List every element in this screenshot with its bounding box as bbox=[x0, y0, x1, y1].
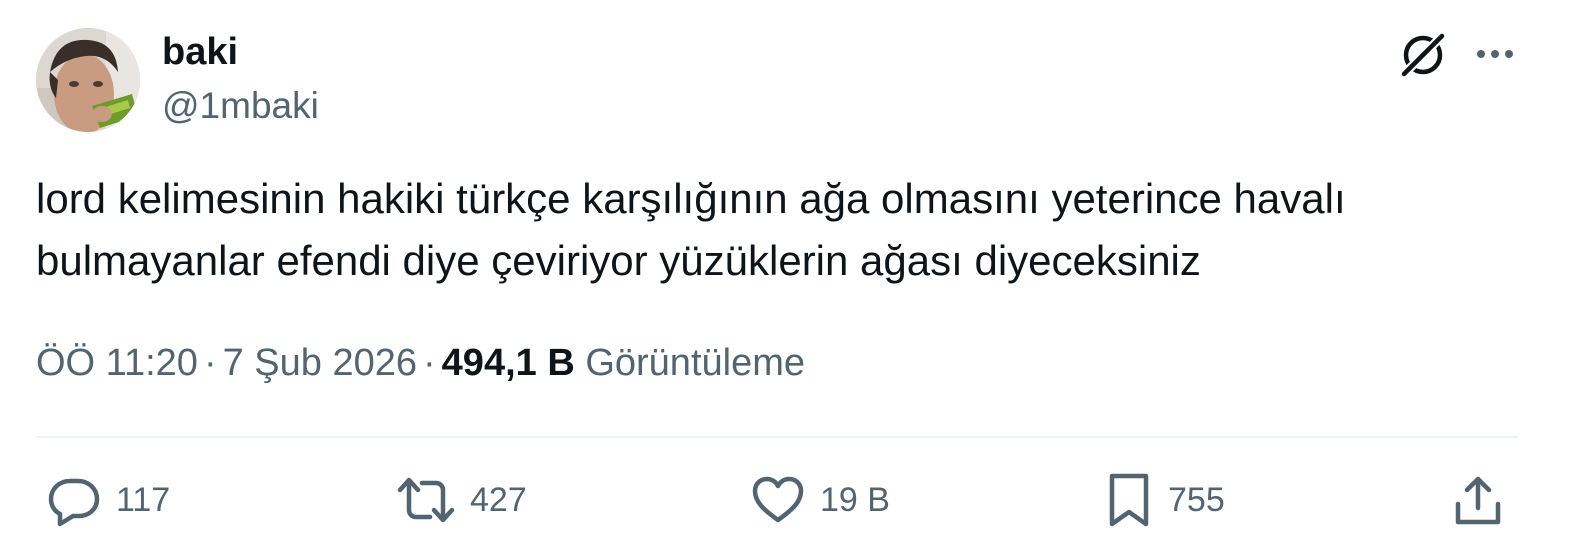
like-count: 19 B bbox=[820, 481, 890, 519]
more-icon[interactable] bbox=[1472, 36, 1518, 72]
divider bbox=[36, 436, 1518, 438]
retweet-icon bbox=[397, 477, 455, 523]
tweet-text-line: bulmayanlar efendi diye çeviriyor yüzükl… bbox=[36, 237, 1201, 284]
share-button[interactable] bbox=[1450, 470, 1506, 530]
author-display-name[interactable]: baki bbox=[162, 30, 238, 74]
tweet-date[interactable]: 7 Şub 2026 bbox=[223, 342, 417, 384]
tweet-time[interactable]: ÖÖ 11:20 bbox=[36, 342, 198, 384]
bookmark-count: 755 bbox=[1168, 481, 1225, 519]
grok-icon[interactable] bbox=[1396, 28, 1450, 82]
bookmark-button[interactable]: 755 bbox=[1104, 470, 1225, 530]
author-handle[interactable]: @1mbaki bbox=[162, 84, 319, 128]
avatar[interactable] bbox=[36, 28, 140, 132]
like-button[interactable]: 19 B bbox=[750, 470, 890, 530]
heart-icon bbox=[752, 476, 804, 523]
share-icon bbox=[1455, 476, 1501, 525]
tweet-card: baki @1mbaki lord kelimesinin hakiki tür… bbox=[0, 0, 1584, 556]
meta-separator: · bbox=[423, 342, 436, 384]
bookmark-icon bbox=[1109, 473, 1149, 527]
retweet-count: 427 bbox=[470, 481, 527, 519]
tweet-text-line: lord kelimesinin hakiki türkçe karşılığı… bbox=[36, 175, 1346, 222]
reply-icon bbox=[48, 478, 100, 527]
views-label: Görüntüleme bbox=[585, 342, 805, 384]
reply-count: 117 bbox=[116, 481, 171, 519]
meta-separator: · bbox=[203, 342, 217, 384]
reply-button[interactable]: 117 bbox=[46, 470, 170, 530]
views-count: 494,1 B bbox=[441, 342, 575, 384]
retweet-button[interactable]: 427 bbox=[396, 470, 527, 530]
tweet-meta: ÖÖ 11:20 · 7 Şub 2026 · 494,1 B Görüntüleme bbox=[36, 338, 805, 388]
avatar-photo bbox=[36, 28, 140, 132]
tweet-text: lord kelimesinin hakiki türkçe karşılığı… bbox=[36, 168, 1536, 292]
